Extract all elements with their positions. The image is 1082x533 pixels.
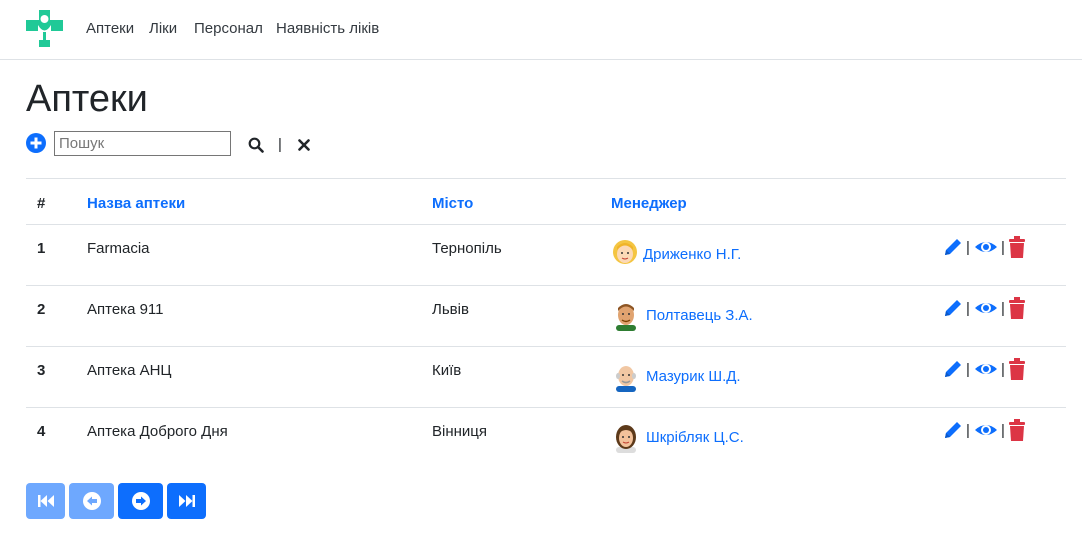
pharmacy-city: Вінниця [432, 423, 487, 440]
page-title: Аптеки [26, 78, 148, 120]
pharmacy-name: Аптека Доброго Дня [87, 423, 228, 440]
row-number: 3 [37, 362, 46, 379]
nav-link-medicines[interactable]: Ліки [149, 20, 177, 37]
search-icon[interactable] [248, 137, 264, 153]
old-man-bald-avatar-icon [616, 366, 636, 392]
search-separator: | [278, 136, 282, 153]
first-page-button[interactable] [26, 483, 65, 519]
action-separator: | [1001, 422, 1005, 439]
manager-link[interactable]: Мазурик Ш.Д. [646, 368, 741, 385]
table-header-row: # Назва аптеки Місто Менеджер [26, 178, 1066, 225]
action-separator: | [966, 422, 970, 439]
next-page-button[interactable] [118, 483, 163, 519]
pencil-icon[interactable] [943, 298, 963, 318]
plus-circle-icon[interactable] [26, 133, 46, 153]
action-separator: | [966, 239, 970, 256]
manager-link[interactable]: Полтавець З.А. [646, 307, 753, 324]
pharmacy-name: Аптека АНЦ [87, 362, 172, 379]
column-header-number: # [37, 195, 46, 212]
eye-icon[interactable] [974, 237, 998, 257]
last-page-button[interactable] [167, 483, 206, 519]
action-separator: | [966, 361, 970, 378]
close-icon[interactable] [298, 139, 310, 151]
pharmacy-cross-logo-icon[interactable] [26, 10, 63, 47]
action-separator: | [966, 300, 970, 317]
row-number: 2 [37, 301, 46, 318]
row-number: 1 [37, 240, 46, 257]
trash-icon[interactable] [1008, 358, 1026, 380]
search-input[interactable] [54, 131, 231, 156]
table-row: 3 Аптека АНЦ Київ Мазурик Ш.Д. | | [26, 346, 1066, 408]
action-separator: | [1001, 361, 1005, 378]
row-number: 4 [37, 423, 46, 440]
manager-link[interactable]: Дриженко Н.Г. [643, 246, 741, 263]
action-separator: | [1001, 239, 1005, 256]
nav-link-staff[interactable]: Персонал [194, 20, 263, 37]
first-page-icon [38, 495, 54, 507]
pharmacy-city: Львів [432, 301, 469, 318]
trash-icon[interactable] [1008, 236, 1026, 258]
pencil-icon[interactable] [943, 237, 963, 257]
column-header-name[interactable]: Назва аптеки [87, 195, 185, 212]
pharmacy-name: Farmacia [87, 240, 150, 257]
manager-link[interactable]: Шкрібляк Ц.С. [646, 429, 744, 446]
eye-icon[interactable] [974, 359, 998, 379]
trash-icon[interactable] [1008, 297, 1026, 319]
next-page-icon [132, 492, 150, 510]
pencil-icon[interactable] [943, 420, 963, 440]
pharmacy-city: Тернопіль [432, 240, 502, 257]
eye-icon[interactable] [974, 298, 998, 318]
nav-link-availability[interactable]: Наявність ліків [276, 20, 379, 37]
nav-link-pharmacies[interactable]: Аптеки [86, 20, 134, 37]
table-row: 4 Аптека Доброго Дня Вінниця Шкрібляк Ц.… [26, 407, 1066, 469]
navbar: Аптеки Ліки Персонал Наявність ліків [0, 0, 1082, 60]
eye-icon[interactable] [974, 420, 998, 440]
trash-icon[interactable] [1008, 419, 1026, 441]
table-row: 1 Farmacia Тернопіль Дриженко Н.Г. | | [26, 224, 1066, 286]
pharmacy-name: Аптека 911 [87, 301, 164, 318]
pharmacy-city: Київ [432, 362, 462, 379]
last-page-icon [179, 495, 195, 507]
pencil-icon[interactable] [943, 359, 963, 379]
woman-dark-hair-avatar-icon [616, 425, 636, 453]
column-header-manager[interactable]: Менеджер [611, 195, 687, 212]
prev-page-button[interactable] [69, 483, 114, 519]
prev-page-icon [83, 492, 101, 510]
table-row: 2 Аптека 911 Львів Полтавець З.А. | | [26, 285, 1066, 347]
man-brown-hair-avatar-icon [616, 304, 636, 331]
action-separator: | [1001, 300, 1005, 317]
column-header-city[interactable]: Місто [432, 195, 473, 212]
woman-blonde-avatar-icon [613, 240, 637, 264]
